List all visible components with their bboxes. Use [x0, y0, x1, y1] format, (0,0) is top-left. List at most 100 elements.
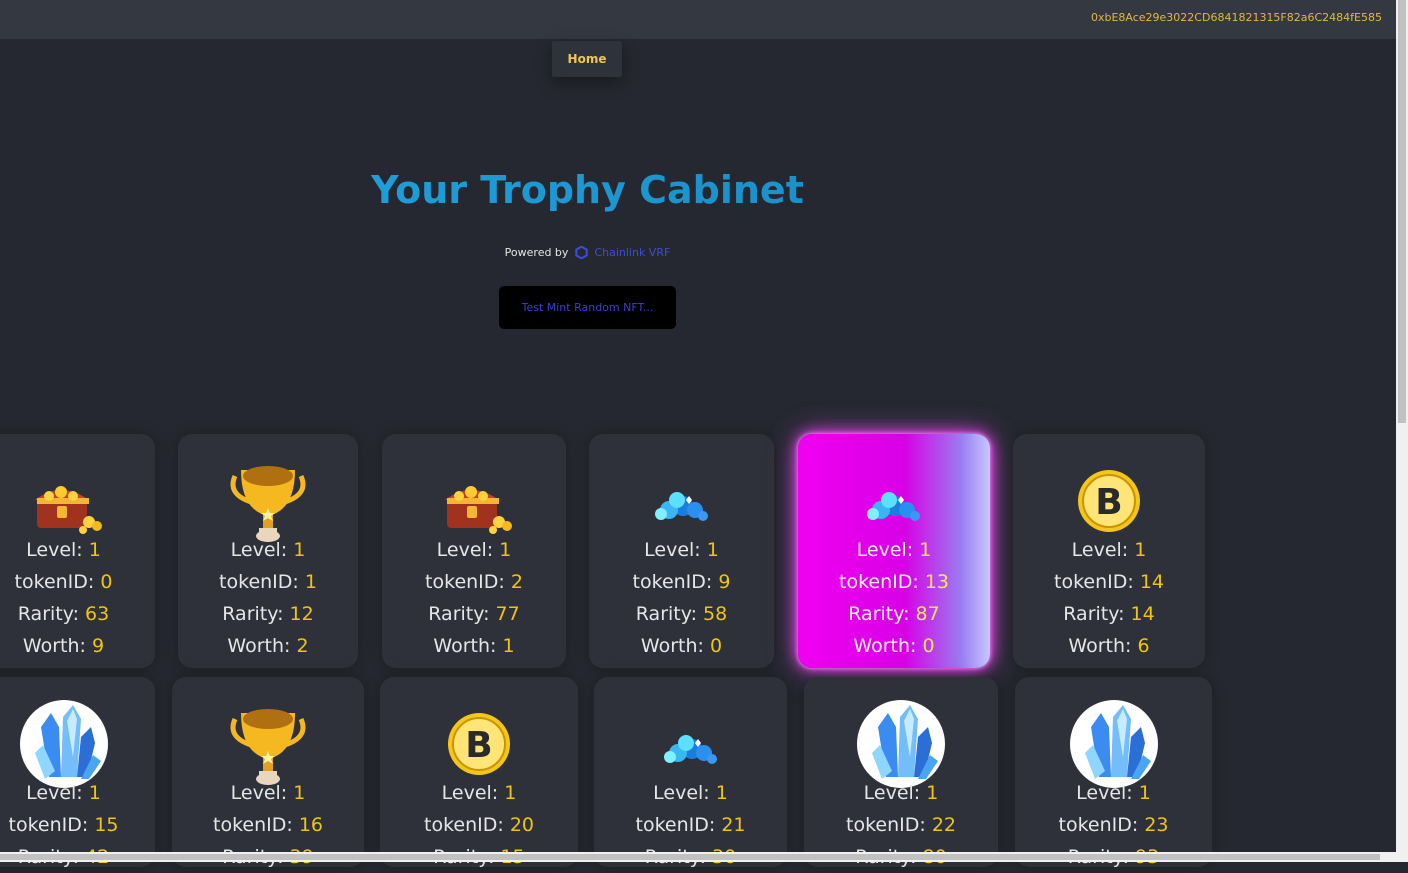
powered-by: Powered by Chainlink VRF — [0, 246, 1175, 259]
level-value: 1 — [715, 782, 728, 804]
level-row: Level: 1 — [1013, 534, 1205, 566]
nft-stats: Level: 1 tokenID: 13 Rarity: 87 Worth: 0 — [798, 534, 990, 662]
worth-value: 6 — [1137, 635, 1150, 657]
token-id-row: tokenID: 1 — [178, 566, 358, 598]
token-id-value: 0 — [100, 571, 113, 593]
level-value: 1 — [919, 539, 932, 561]
token-id-value: 13 — [924, 571, 949, 593]
rarity-label: Rarity: — [428, 603, 496, 625]
worth-row: Worth: 1 — [382, 630, 566, 662]
level-value: 1 — [88, 539, 101, 561]
worth-label: Worth: — [22, 635, 92, 657]
token-id-row: tokenID: 20 — [380, 809, 578, 841]
nft-card[interactable]: Level: 1tokenID: 22Rarity: 80 — [804, 677, 998, 868]
nft-card[interactable]: B Level: 1 tokenID: 14 Rarity: 14 Worth: 6 — [1013, 434, 1205, 668]
level-row: Level: 1 — [798, 534, 990, 566]
rarity-value: 58 — [703, 603, 728, 625]
rarity-label: Rarity: — [222, 603, 290, 625]
token-id-label: tokenID: — [1058, 814, 1145, 836]
token-id-row: tokenID: 14 — [1013, 566, 1205, 598]
level-label: Level: — [863, 782, 927, 804]
nav-home-link[interactable]: Home — [552, 41, 622, 77]
level-value: 1 — [926, 782, 939, 804]
level-label: Level: — [230, 782, 294, 804]
nft-card[interactable]: Level: 1tokenID: 21Rarity: 30 — [594, 677, 787, 868]
level-label: Level: — [856, 539, 920, 561]
token-id-row: tokenID: 22 — [804, 809, 998, 841]
level-row: Level: 1 — [178, 534, 358, 566]
token-id-row: tokenID: 15 — [0, 809, 155, 841]
token-id-value: 15 — [94, 814, 119, 836]
rarity-value: 12 — [289, 603, 314, 625]
token-id-value: 16 — [298, 814, 323, 836]
nft-stats: Level: 1 tokenID: 1 Rarity: 12 Worth: 2 — [178, 534, 358, 662]
level-label: Level: — [436, 539, 500, 561]
nft-card[interactable]: Level: 1 tokenID: 1 Rarity: 12 Worth: 2 — [178, 434, 358, 668]
token-id-label: tokenID: — [8, 814, 95, 836]
level-label: Level: — [441, 782, 505, 804]
level-label: Level: — [644, 539, 707, 561]
token-id-row: tokenID: 23 — [1015, 809, 1212, 841]
nft-card[interactable]: Level: 1 tokenID: 9 Rarity: 58 Worth: 0 — [589, 434, 774, 668]
powered-by-prefix: Powered by — [504, 246, 569, 259]
token-id-label: tokenID: — [635, 814, 722, 836]
level-row: Level: 1 — [589, 534, 774, 566]
level-row: Level: 1 — [804, 777, 998, 809]
gems-pile-icon — [646, 697, 736, 789]
level-row: Level: 1 — [0, 534, 155, 566]
token-id-row: tokenID: 21 — [594, 809, 787, 841]
level-value: 1 — [499, 539, 512, 561]
rarity-row: Rarity: 87 — [798, 598, 990, 630]
token-id-label: tokenID: — [839, 571, 925, 593]
gems-pile-icon — [849, 454, 939, 546]
gems-pile-icon — [637, 454, 727, 546]
nft-card[interactable]: Level: 1tokenID: 16Rarity: 39 — [172, 677, 364, 868]
treasure-chest-icon — [19, 454, 109, 546]
token-id-value: 22 — [931, 814, 956, 836]
token-id-value: 9 — [718, 571, 731, 593]
worth-value: 2 — [296, 635, 309, 657]
mint-random-nft-button[interactable]: Test Mint Random NFT... — [499, 286, 676, 329]
level-value: 1 — [88, 782, 101, 804]
token-id-label: tokenID: — [425, 571, 511, 593]
level-label: Level: — [1076, 782, 1139, 804]
worth-value: 0 — [922, 635, 935, 657]
token-id-value: 2 — [510, 571, 523, 593]
nft-card[interactable]: Level: 1 tokenID: 13 Rarity: 87 Worth: 0 — [798, 434, 990, 668]
treasure-chest-icon — [429, 454, 519, 546]
vertical-scrollbar[interactable] — [1396, 0, 1408, 862]
worth-row: Worth: 6 — [1013, 630, 1205, 662]
level-label: Level: — [1071, 539, 1135, 561]
worth-value: 1 — [502, 635, 515, 657]
level-value: 1 — [1138, 782, 1151, 804]
token-id-label: tokenID: — [219, 571, 305, 593]
level-value: 1 — [706, 539, 719, 561]
rarity-value: 87 — [915, 603, 940, 625]
trophy-cup-icon — [223, 454, 313, 546]
rarity-label: Rarity: — [1063, 603, 1131, 625]
worth-row: Worth: 0 — [798, 630, 990, 662]
level-label: Level: — [653, 782, 716, 804]
crystal-icon — [856, 697, 946, 789]
worth-value: 9 — [91, 635, 105, 657]
nft-stats: Level: 1 tokenID: 14 Rarity: 14 Worth: 6 — [1013, 534, 1205, 662]
token-id-value: 21 — [721, 814, 746, 836]
svg-text:B: B — [465, 725, 492, 766]
token-id-label: tokenID: — [846, 814, 932, 836]
rarity-row: Rarity: 77 — [382, 598, 566, 630]
rarity-value: 14 — [1130, 603, 1155, 625]
horizontal-scrollbar[interactable] — [0, 852, 1396, 862]
nft-card[interactable]: Level: 1 tokenID: 2 Rarity: 77 Worth: 1 — [382, 434, 566, 668]
rarity-row: Rarity: 63 — [0, 598, 155, 630]
level-value: 1 — [1134, 539, 1147, 561]
nft-card[interactable]: B Level: 1tokenID: 20Rarity: 15 — [380, 677, 578, 868]
nft-card[interactable]: Level: 1tokenID: 23Rarity: 93 — [1015, 677, 1212, 868]
wallet-address[interactable]: 0xbE8Ace29e3022CD6841821315F82a6C2484fE5… — [1091, 11, 1382, 24]
level-row: Level: 1 — [382, 534, 566, 566]
bitcoin-coin-icon: B — [1064, 454, 1154, 546]
chainlink-vrf-link[interactable]: Chainlink VRF — [594, 246, 670, 259]
worth-label: Worth: — [1068, 635, 1138, 657]
nft-card[interactable]: Level: 1 tokenID: 0 Rarity: 63 Worth: 9 — [0, 434, 155, 668]
nft-card[interactable]: Level: 1tokenID: 15Rarity: 42 — [0, 677, 155, 868]
token-id-row: tokenID: 16 — [172, 809, 364, 841]
